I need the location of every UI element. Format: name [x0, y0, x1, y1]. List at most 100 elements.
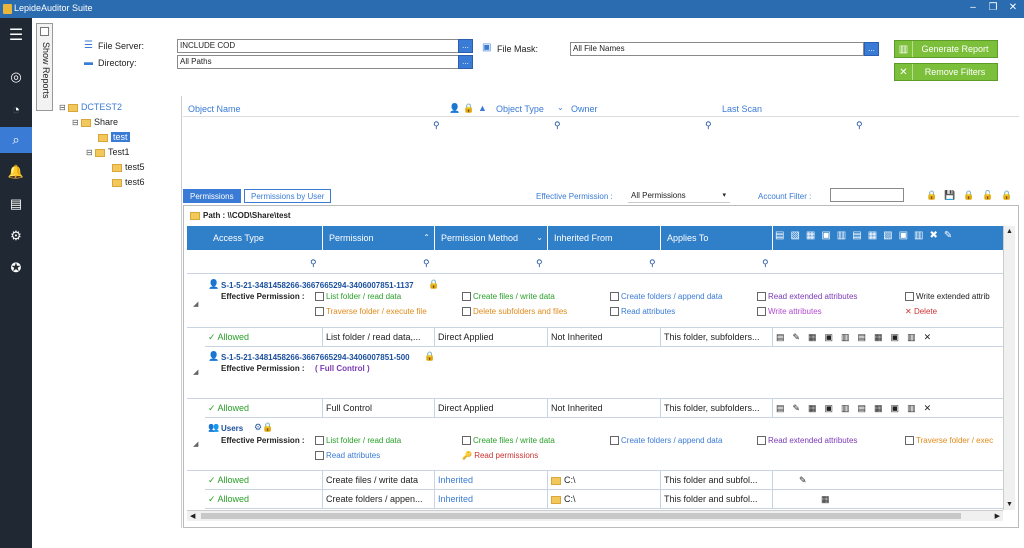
- search-icon[interactable]: ⚲: [649, 258, 656, 269]
- inherited-cell: Not Inherited: [548, 399, 661, 418]
- file-server-browse-button[interactable]: ...: [458, 39, 473, 53]
- scroll-thumb[interactable]: [201, 513, 961, 519]
- permission-header[interactable]: Permission ⌃: [323, 226, 435, 250]
- permission-icons-cell: ▤✎▦▣▥▤▦▣▥✕: [773, 328, 1006, 347]
- search-icon[interactable]: ⚲: [310, 258, 317, 269]
- vertical-scrollbar[interactable]: ▲ ▼: [1003, 226, 1015, 510]
- scroll-right-icon[interactable]: ▶: [995, 512, 1000, 520]
- close-icon[interactable]: ✕: [1005, 2, 1021, 13]
- folder-icon: [98, 133, 108, 142]
- tab-permissions-by-user[interactable]: Permissions by User: [244, 189, 332, 203]
- sidebar: ☰ ◎ ◔ ⌕ 🔔 ▤ ⚙ ✪: [0, 18, 32, 548]
- lock-icon[interactable]: 🔒: [926, 190, 937, 201]
- object-type-header[interactable]: Object Type: [496, 104, 544, 114]
- search-icon[interactable]: ⚲: [423, 258, 430, 269]
- folder-icon: [112, 178, 122, 187]
- folder-icon: [67, 103, 78, 112]
- inherited-from-header[interactable]: Inherited From: [548, 226, 661, 250]
- inherited-cell: C:\: [548, 490, 661, 509]
- folder-icon: [551, 495, 561, 504]
- perm-create-files: Create files / write data: [462, 436, 555, 446]
- user-icon: 👤: [449, 103, 461, 113]
- search-icon[interactable]: ⚲: [856, 120, 863, 131]
- applies-cell: This folder and subfol...: [661, 490, 773, 509]
- table-row[interactable]: ✓ Allowed Create folders / appen... Inhe…: [187, 490, 1006, 510]
- save-icon[interactable]: 💾: [944, 190, 955, 201]
- dashboard-icon[interactable]: ◎: [0, 64, 32, 90]
- table-row[interactable]: ✓ Allowed List folder / read data,... Di…: [187, 327, 1006, 347]
- applies-to-header[interactable]: Applies To: [661, 226, 773, 250]
- perm-traverse: Traverse folder / exec: [905, 436, 993, 446]
- search-icon[interactable]: ⚲: [762, 258, 769, 269]
- access-cell: ✓ Allowed: [205, 490, 323, 509]
- radar-icon[interactable]: ◔: [0, 96, 32, 122]
- file-server-label: File Server:: [98, 41, 145, 51]
- lock-icon[interactable]: 🔒: [963, 190, 974, 201]
- tree-node-test1[interactable]: ⊟ Test1: [86, 147, 129, 157]
- table-row[interactable]: ✓ Allowed Create files / write data Inhe…: [187, 470, 1006, 490]
- applies-cell: This folder, subfolders...: [661, 328, 773, 347]
- scroll-left-icon[interactable]: ◀: [190, 512, 195, 520]
- file-server-input[interactable]: INCLUDE COD: [177, 39, 459, 53]
- tree-node-test6[interactable]: test6: [112, 177, 145, 187]
- group-settings-icon: ⚙🔒: [254, 422, 274, 432]
- search-icon[interactable]: ⚲: [554, 120, 561, 131]
- lock-icon: 🔒: [463, 103, 475, 113]
- account-sid: S-1-5-21-3481458266-3667665294-340600785…: [221, 353, 410, 362]
- access-cell: ✓ Allowed: [205, 471, 323, 490]
- tree-node-dctest2[interactable]: ⊟ DCTEST2: [59, 102, 122, 112]
- search-icon[interactable]: ⚲: [433, 120, 440, 131]
- file-server-audit-icon[interactable]: ⌕: [0, 127, 32, 153]
- account-filter-input[interactable]: [830, 188, 904, 202]
- lock-icon[interactable]: 🔒: [1001, 190, 1012, 201]
- scroll-up-icon[interactable]: ▲: [1006, 228, 1013, 235]
- object-name-header[interactable]: Object Name: [188, 104, 241, 114]
- menu-icon[interactable]: ☰: [0, 22, 32, 48]
- unlock-icon[interactable]: 🔓: [982, 190, 993, 201]
- permission-cell: Create folders / appen...: [323, 490, 435, 509]
- tree-node-test5[interactable]: test5: [112, 162, 145, 172]
- reports-icon[interactable]: ▤: [0, 191, 32, 217]
- permission-method-header[interactable]: Permission Method ⌄: [435, 226, 548, 250]
- tree-node-share[interactable]: ⊟ Share: [72, 117, 118, 127]
- table-row[interactable]: ✓ Allowed Full Control Direct Applied No…: [187, 398, 1006, 418]
- group-name: Users: [221, 424, 244, 433]
- access-cell: ✓ Allowed: [205, 399, 323, 418]
- access-cell: ✓ Allowed: [205, 328, 323, 347]
- file-mask-browse-button[interactable]: ...: [864, 42, 879, 56]
- owner-header[interactable]: Owner: [571, 104, 598, 114]
- scroll-down-icon[interactable]: ▼: [1006, 501, 1013, 508]
- last-scan-header[interactable]: Last Scan: [722, 104, 762, 114]
- chevron-down-icon[interactable]: ⌄: [557, 103, 564, 112]
- app-logo-icon: [3, 4, 12, 14]
- permission-type-icons: ▤▧▦▣▥▤▦▧▣▥✖✎: [775, 230, 959, 241]
- file-mask-input[interactable]: All File Names: [570, 42, 864, 56]
- settings-icon[interactable]: ⚙: [0, 223, 32, 249]
- perm-read-ext-attrs: Read extended attributes: [757, 292, 857, 302]
- license-icon[interactable]: ✪: [0, 255, 32, 281]
- tab-permissions[interactable]: Permissions: [183, 189, 241, 203]
- access-type-header[interactable]: Access Type: [187, 226, 323, 250]
- search-icon[interactable]: ⚲: [536, 258, 543, 269]
- restore-icon[interactable]: ❐: [985, 2, 1001, 13]
- folder-icon: [551, 476, 561, 485]
- expand-icon[interactable]: ◢: [193, 368, 198, 376]
- perm-create-files: Create files / write data: [462, 292, 555, 302]
- minimize-icon[interactable]: –: [965, 2, 981, 13]
- account-sid: S-1-5-21-3481458266-3667665294-340600785…: [221, 281, 414, 290]
- generate-report-button[interactable]: ▥ Generate Report: [894, 40, 998, 58]
- user-icon: 👤: [208, 351, 220, 361]
- directory-input[interactable]: All Paths: [177, 55, 459, 69]
- directory-browse-button[interactable]: ...: [458, 55, 473, 69]
- search-icon[interactable]: ⚲: [705, 120, 712, 131]
- horizontal-scrollbar[interactable]: ◀ ▶: [187, 510, 1003, 521]
- expand-icon[interactable]: ◢: [193, 440, 198, 448]
- users-group-icon: 👥: [208, 422, 220, 432]
- effective-permission-label: Effective Permission :: [221, 436, 305, 445]
- tree-node-test[interactable]: test: [98, 132, 130, 142]
- effective-permission-select[interactable]: All Permissions ▾: [628, 188, 730, 203]
- expand-icon[interactable]: ◢: [193, 300, 198, 308]
- remove-filters-button[interactable]: ✕ Remove Filters: [894, 63, 998, 81]
- alerts-icon[interactable]: 🔔: [0, 159, 32, 185]
- effective-permission-label: Effective Permission :: [221, 364, 305, 373]
